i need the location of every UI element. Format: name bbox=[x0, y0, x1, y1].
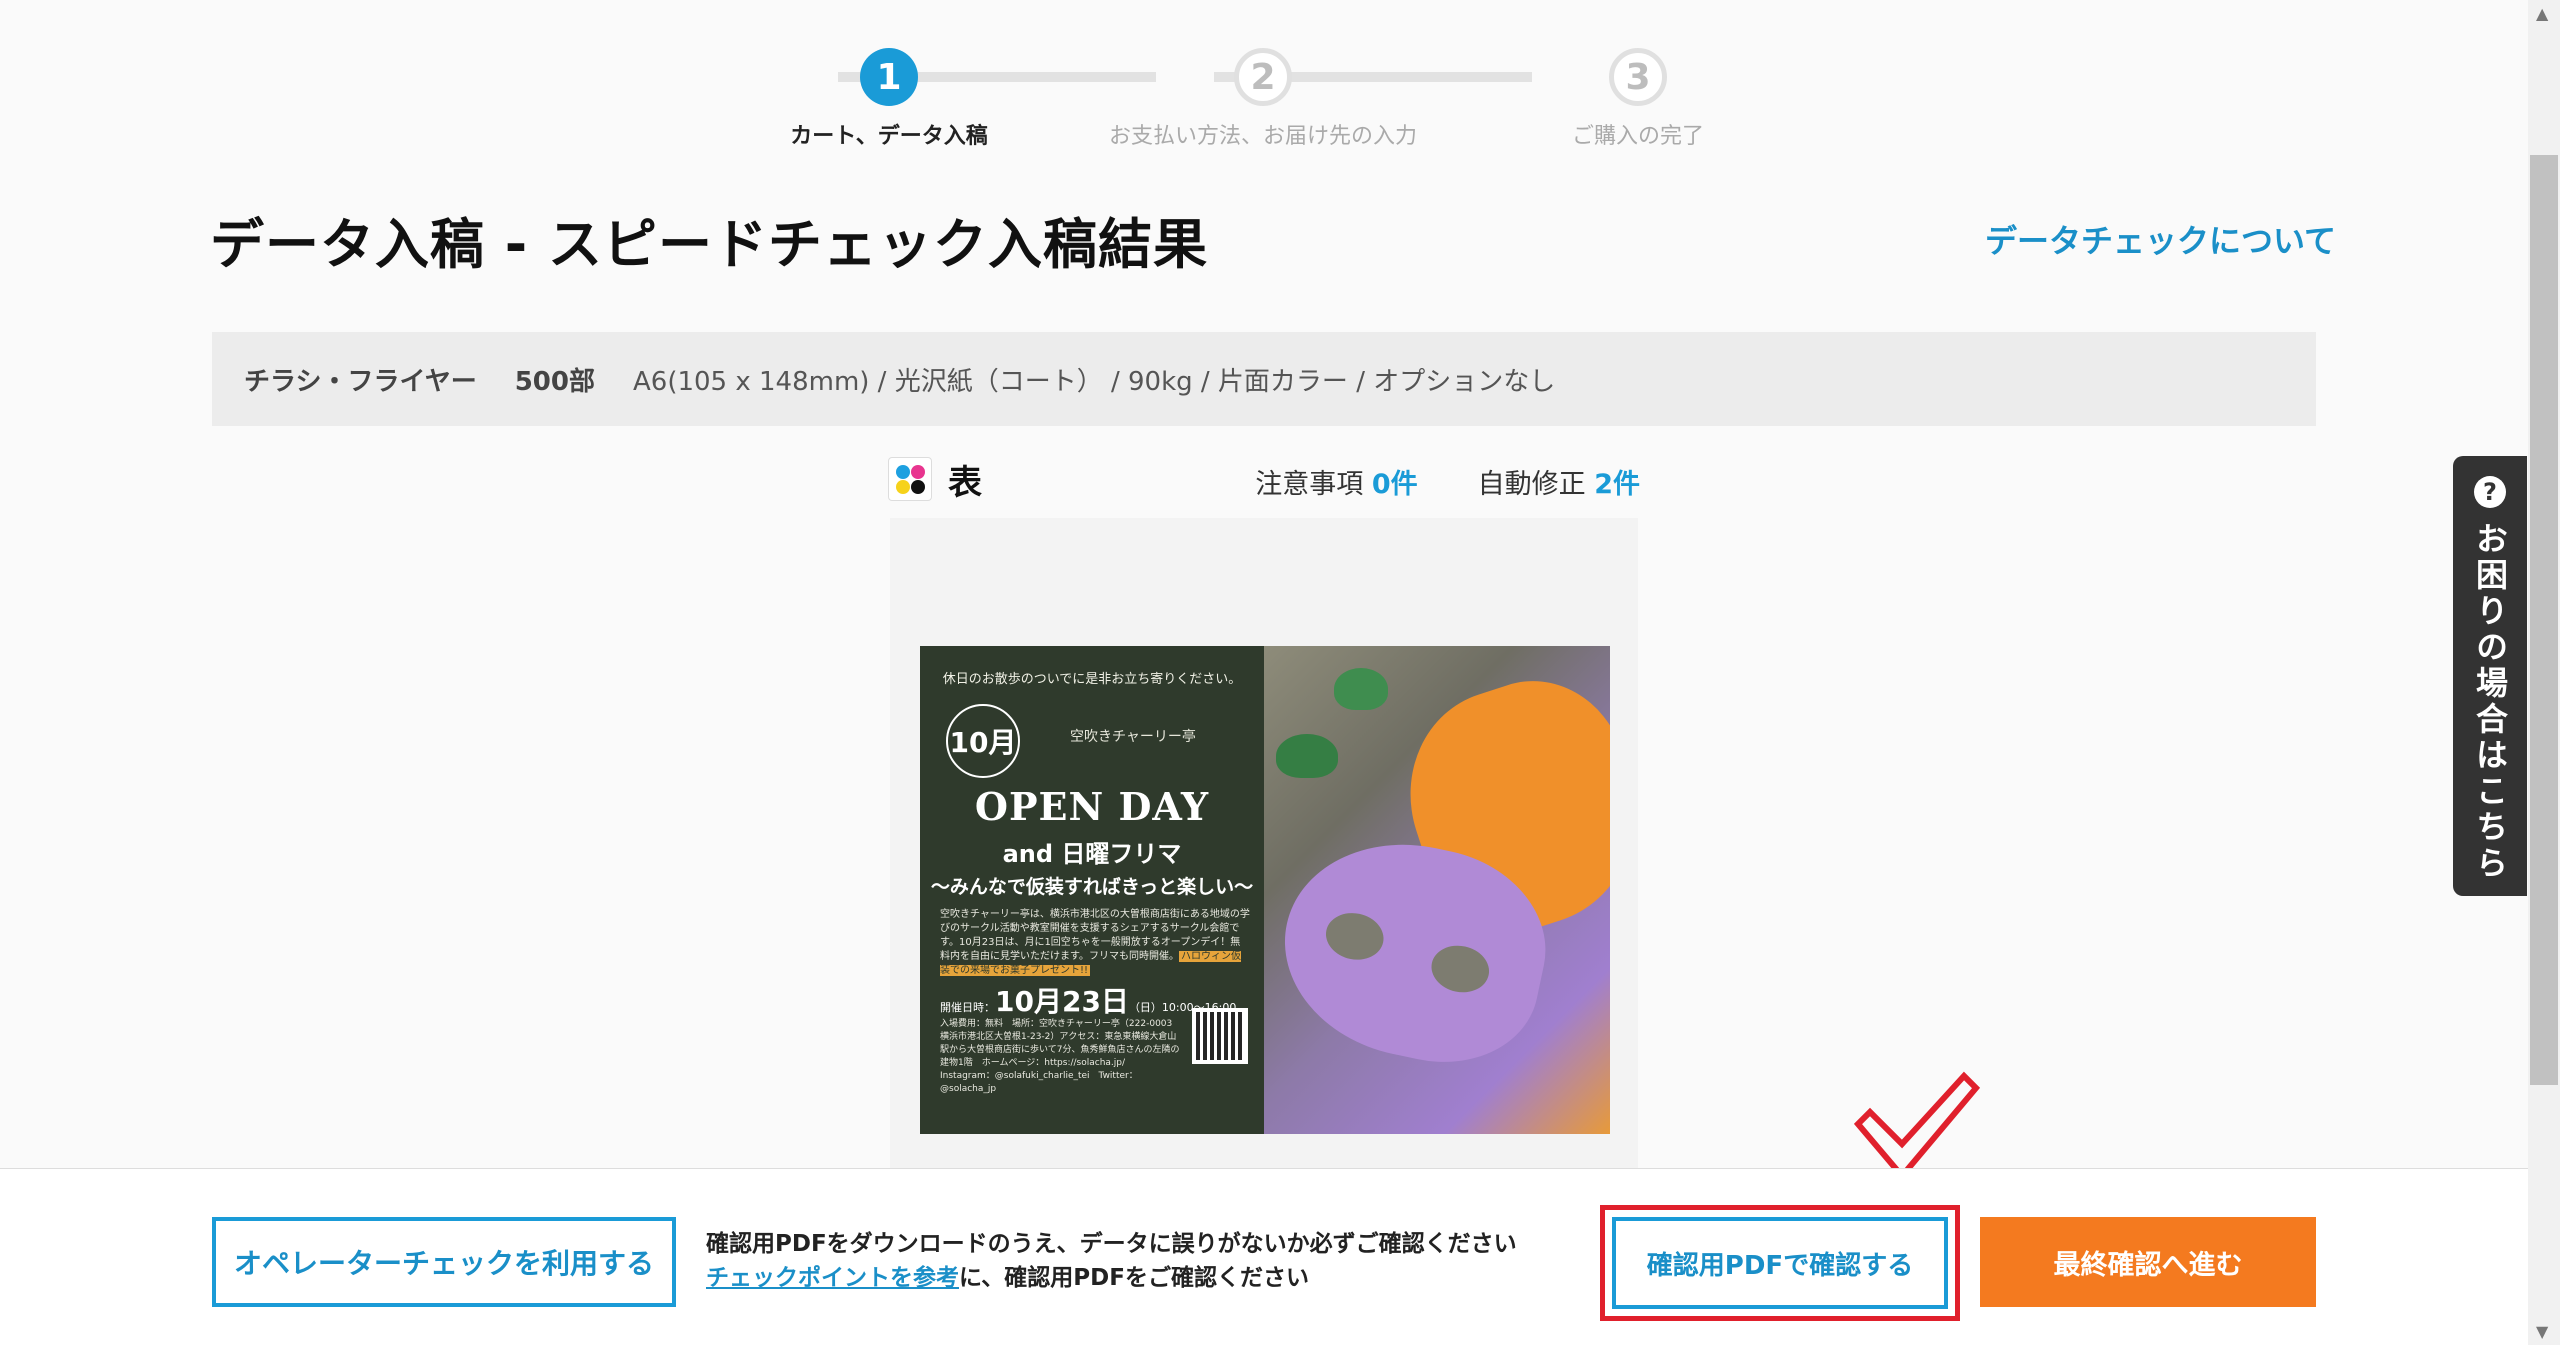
order-summary-bar: チラシ・フライヤー 500部 A6(105 x 148mm) / 光沢紙（コート… bbox=[212, 332, 2316, 426]
final-confirm-button[interactable]: 最終確認へ進む bbox=[1980, 1217, 2316, 1307]
warnings-count: 注意事項 0件 bbox=[1255, 469, 1418, 500]
step-2-label: お支払い方法、お届け先の入力 bbox=[1108, 124, 1418, 149]
flyer-photo bbox=[1264, 646, 1610, 1134]
step-1-circle: 1 bbox=[860, 48, 918, 106]
flyer-top-line: 休日のお散歩のついでに是非お立ち寄りください。 bbox=[942, 672, 1242, 687]
check-pdf-button[interactable]: 確認用PDFで確認する bbox=[1612, 1217, 1948, 1309]
about-data-check-link[interactable]: データチェックについて bbox=[1985, 216, 2336, 262]
side-label: 表 bbox=[948, 462, 982, 503]
flyer-month: 10月 bbox=[946, 704, 1020, 778]
page-title: データ入稿 - スピードチェック入稿結果 bbox=[210, 213, 1209, 276]
qr-code-icon bbox=[1192, 1008, 1248, 1064]
cmyk-icon bbox=[888, 457, 932, 501]
check-counts: 注意事項 0件 自動修正 2件 bbox=[1255, 462, 1640, 501]
help-label: お困りの場合はこちら bbox=[2471, 522, 2509, 882]
flyer-subheadline: and 日曜フリマ bbox=[1002, 840, 1182, 868]
flyer-body: 空吹きチャーリー亭は、横浜市港北区の大曽根商店街にある地域の学びのサークル活動や… bbox=[940, 909, 1250, 976]
frog-figure bbox=[1334, 668, 1388, 710]
notice-line-1: 確認用PDFをダウンロードのうえ、データに誤りがないか必ずご確認ください bbox=[706, 1231, 1517, 1257]
order-spec: A6(105 x 148mm) / 光沢紙（コート） / 90kg / 片面カラ… bbox=[632, 366, 1556, 397]
scrollbar-thumb[interactable] bbox=[2530, 155, 2558, 1085]
help-question-icon: ? bbox=[2474, 476, 2506, 508]
flyer-tagline: 〜みんなで仮装すればきっと楽しい〜 bbox=[930, 876, 1254, 898]
frog-figure-2 bbox=[1276, 734, 1338, 778]
flyer-headline: OPEN DAY bbox=[974, 784, 1210, 829]
step-2-circle: 2 bbox=[1234, 48, 1292, 106]
flyer-info: 入場費用：無料 場所：空吹きチャーリー亭（222-0003 横浜市港北区大曽根1… bbox=[940, 1019, 1180, 1094]
autofix-count: 自動修正 2件 bbox=[1477, 469, 1640, 500]
scroll-up-arrow-icon[interactable]: ▲ bbox=[2536, 4, 2548, 23]
order-product: チラシ・フライヤー bbox=[244, 366, 477, 397]
side-header: 表 注意事項 0件 自動修正 2件 bbox=[888, 456, 1640, 503]
order-quantity: 500部 bbox=[514, 366, 595, 397]
flyer-text-panel: 休日のお散歩のついでに是非お立ち寄りください。 10月 空吹きチャーリー亭 OP… bbox=[920, 646, 1264, 1134]
notice-line-2: チェックポイントを参考に、確認用PDFをご確認ください bbox=[706, 1265, 1309, 1291]
help-side-tab[interactable]: ? お困りの場合はこちら bbox=[2453, 456, 2527, 896]
scroll-down-arrow-icon[interactable]: ▼ bbox=[2536, 1322, 2548, 1341]
flyer-preview-image: 休日のお散歩のついでに是非お立ち寄りください。 10月 空吹きチャーリー亭 OP… bbox=[920, 646, 1610, 1134]
operator-check-button[interactable]: オペレーターチェックを利用する bbox=[212, 1217, 676, 1307]
checkpoint-link[interactable]: チェックポイントを参考 bbox=[706, 1265, 959, 1291]
step-3-label: ご購入の完了 bbox=[1571, 124, 1705, 149]
progress-stepper: 1 2 3 カート、データ入稿 お支払い方法、お届け先の入力 ご購入の完了 bbox=[780, 48, 1740, 158]
print-preview: 休日のお散歩のついでに是非お立ち寄りください。 10月 空吹きチャーリー亭 OP… bbox=[890, 518, 1638, 1168]
step-3-circle: 3 bbox=[1609, 48, 1667, 106]
step-1-label: カート、データ入稿 bbox=[790, 124, 988, 149]
action-footer: オペレーターチェックを利用する 確認用PDFをダウンロードのうえ、データに誤りが… bbox=[0, 1168, 2528, 1345]
flyer-logo: 空吹きチャーリー亭 bbox=[1070, 729, 1196, 745]
pdf-notice: 確認用PDFをダウンロードのうえ、データに誤りがないか必ずご確認ください チェッ… bbox=[706, 1227, 1517, 1295]
